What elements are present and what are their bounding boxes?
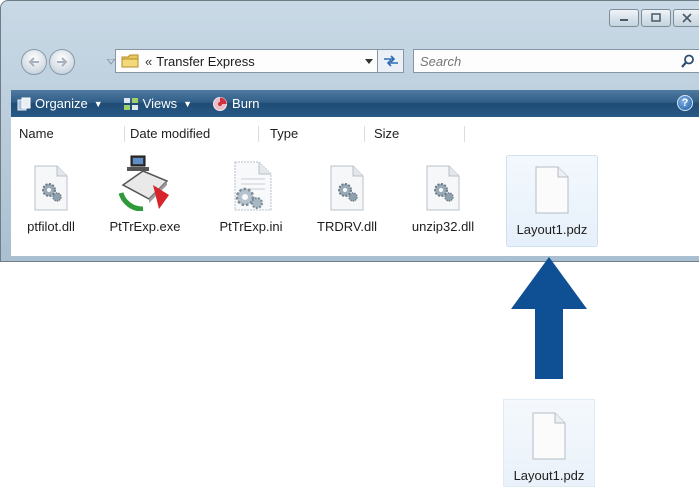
- blank-document-icon: [532, 412, 566, 460]
- dll-gear-icon: [330, 165, 364, 211]
- address-bar[interactable]: « Transfer Express: [115, 49, 378, 73]
- maximize-button[interactable]: [641, 9, 671, 27]
- column-header-name[interactable]: Name: [19, 124, 119, 144]
- organize-dropdown-icon: ▼: [93, 98, 103, 109]
- refresh-button[interactable]: [378, 49, 404, 73]
- help-icon: ?: [681, 97, 689, 109]
- back-button[interactable]: [21, 49, 47, 75]
- back-arrow-icon: [28, 57, 39, 67]
- explorer-window: « Transfer Express Organi: [0, 0, 699, 262]
- dragged-file-item[interactable]: Layout1.pdz: [503, 399, 595, 487]
- burn-disc-icon: [213, 96, 228, 111]
- search-icon[interactable]: [681, 54, 695, 68]
- column-header-type[interactable]: Type: [264, 124, 364, 144]
- title-bar[interactable]: [1, 1, 699, 41]
- views-button[interactable]: Views ▼: [123, 96, 192, 111]
- column-header-size[interactable]: Size: [368, 124, 468, 144]
- organize-button[interactable]: Organize ▼: [17, 96, 103, 111]
- address-dropdown-button[interactable]: [361, 58, 377, 64]
- file-name: PtTrExp.ini: [219, 219, 283, 234]
- forward-arrow-icon: [57, 57, 68, 67]
- command-bar: Organize ▼ Views ▼ Burn ?: [11, 90, 699, 117]
- close-button[interactable]: [673, 9, 699, 27]
- column-divider[interactable]: [464, 126, 465, 142]
- column-headers: Name Date modified Type Size: [11, 124, 699, 144]
- navigation-row: « Transfer Express: [21, 49, 699, 77]
- address-overflow-separator[interactable]: «: [145, 54, 152, 69]
- file-item[interactable]: PtTrExp.ini: [206, 157, 296, 234]
- folder-icon: [121, 54, 139, 68]
- ini-settings-icon: [234, 161, 272, 211]
- file-item[interactable]: ptfilot.dll: [6, 157, 96, 234]
- close-icon: [681, 13, 692, 23]
- views-dropdown-icon: ▼: [183, 98, 193, 109]
- file-name: TRDRV.dll: [317, 219, 377, 234]
- file-name: PtTrExp.exe: [109, 219, 181, 234]
- maximize-icon: [651, 13, 661, 22]
- file-icons: ptfilot.dll PtTrExp.exe PtTrExp.ini TRDR…: [11, 145, 699, 247]
- drag-direction-arrow-icon: [511, 257, 587, 379]
- file-item[interactable]: TRDRV.dll: [302, 157, 392, 234]
- dragged-file-name: Layout1.pdz: [513, 468, 585, 483]
- search-box[interactable]: [413, 49, 699, 73]
- forward-button[interactable]: [49, 49, 75, 75]
- search-input[interactable]: [414, 52, 672, 70]
- caption-buttons: [607, 9, 699, 27]
- help-button[interactable]: ?: [677, 95, 693, 111]
- organize-icon: [17, 97, 31, 110]
- organize-label: Organize: [35, 96, 88, 111]
- minimize-icon: [620, 19, 628, 21]
- column-header-date-modified[interactable]: Date modified: [124, 124, 258, 144]
- file-item[interactable]: unzip32.dll: [398, 157, 488, 234]
- recent-pages-dropdown-icon[interactable]: [107, 59, 115, 65]
- burn-button[interactable]: Burn: [212, 96, 260, 112]
- views-label: Views: [142, 96, 178, 111]
- chevron-down-icon: [365, 58, 373, 64]
- burn-label: Burn: [232, 96, 260, 111]
- views-icon: [123, 97, 138, 110]
- dll-gear-icon: [426, 165, 460, 211]
- file-item-selected[interactable]: Layout1.pdz: [506, 155, 598, 247]
- column-divider[interactable]: [258, 126, 259, 142]
- file-name: unzip32.dll: [411, 219, 475, 234]
- address-folder-name[interactable]: Transfer Express: [156, 54, 255, 69]
- transfer-express-app-icon: [118, 155, 169, 211]
- minimize-button[interactable]: [609, 9, 639, 27]
- file-list-pane: Name Date modified Type Size ptfilot.dll…: [11, 117, 699, 256]
- blank-document-icon: [535, 166, 569, 214]
- file-name: ptfilot.dll: [27, 219, 75, 234]
- file-name: Layout1.pdz: [516, 222, 588, 237]
- refresh-icon: [383, 55, 398, 67]
- dll-gear-icon: [34, 165, 68, 211]
- column-divider[interactable]: [364, 126, 365, 142]
- file-item[interactable]: PtTrExp.exe: [100, 155, 190, 234]
